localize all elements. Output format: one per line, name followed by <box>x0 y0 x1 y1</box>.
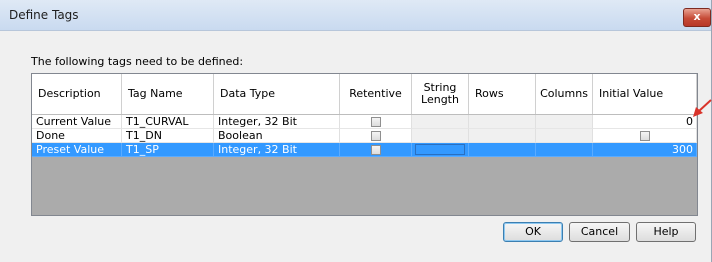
cell-rows <box>469 129 536 143</box>
cell-tag-name[interactable]: T1_CURVAL <box>122 115 214 129</box>
grid-header: Description Tag Name Data Type Retentive… <box>32 74 697 115</box>
cell-string-length[interactable] <box>412 143 469 157</box>
title-bar: Define Tags x <box>0 0 711 31</box>
header-data-type[interactable]: Data Type <box>214 74 340 114</box>
tags-grid[interactable]: Description Tag Name Data Type Retentive… <box>31 73 698 216</box>
header-columns[interactable]: Columns <box>536 74 593 114</box>
cell-rows <box>469 115 536 129</box>
table-row-preset-value[interactable]: Preset Value T1_SP Integer, 32 Bit 300 <box>32 143 697 157</box>
cell-data-type[interactable]: Boolean <box>214 129 340 143</box>
cell-retentive <box>340 143 412 157</box>
string-length-editor[interactable] <box>415 144 465 155</box>
instruction-text: The following tags need to be defined: <box>31 55 244 68</box>
close-button[interactable]: x <box>683 8 711 27</box>
cell-tag-name[interactable]: T1_SP <box>122 143 214 157</box>
cell-initial-value[interactable]: 0 <box>593 115 697 129</box>
cell-columns <box>536 129 593 143</box>
annotation-arrow-icon <box>693 99 712 117</box>
table-row-current-value[interactable]: Current Value T1_CURVAL Integer, 32 Bit … <box>32 115 697 129</box>
header-initial-value[interactable]: Initial Value <box>593 74 697 114</box>
header-description[interactable]: Description <box>32 74 122 114</box>
table-row-done[interactable]: Done T1_DN Boolean <box>32 129 697 143</box>
cell-data-type[interactable]: Integer, 32 Bit <box>214 143 340 157</box>
cell-retentive <box>340 115 412 129</box>
cell-data-type[interactable]: Integer, 32 Bit <box>214 115 340 129</box>
cell-description[interactable]: Current Value <box>32 115 122 129</box>
cell-description[interactable]: Done <box>32 129 122 143</box>
header-retentive[interactable]: Retentive <box>340 74 412 114</box>
header-rows[interactable]: Rows <box>469 74 536 114</box>
cell-string-length <box>412 115 469 129</box>
header-string-length[interactable]: String Length <box>412 74 469 114</box>
cell-initial-value <box>593 129 697 143</box>
cell-tag-name[interactable]: T1_DN <box>122 129 214 143</box>
define-tags-dialog: Define Tags x The following tags need to… <box>0 0 712 262</box>
initial-value-checkbox[interactable] <box>639 130 650 141</box>
cell-columns <box>536 143 593 157</box>
retentive-checkbox[interactable] <box>370 116 381 127</box>
cell-rows <box>469 143 536 157</box>
cell-columns <box>536 115 593 129</box>
retentive-checkbox[interactable] <box>370 144 381 155</box>
close-icon: x <box>693 10 701 23</box>
retentive-checkbox[interactable] <box>370 130 381 141</box>
cell-retentive <box>340 129 412 143</box>
ok-button[interactable]: OK <box>503 222 563 242</box>
dialog-title: Define Tags <box>9 8 79 22</box>
header-tag-name[interactable]: Tag Name <box>122 74 214 114</box>
help-button[interactable]: Help <box>636 222 696 242</box>
grid-rows: Current Value T1_CURVAL Integer, 32 Bit … <box>32 115 697 157</box>
cancel-button[interactable]: Cancel <box>569 222 630 242</box>
cell-initial-value[interactable]: 300 <box>593 143 697 157</box>
cell-string-length <box>412 129 469 143</box>
cell-description[interactable]: Preset Value <box>32 143 122 157</box>
